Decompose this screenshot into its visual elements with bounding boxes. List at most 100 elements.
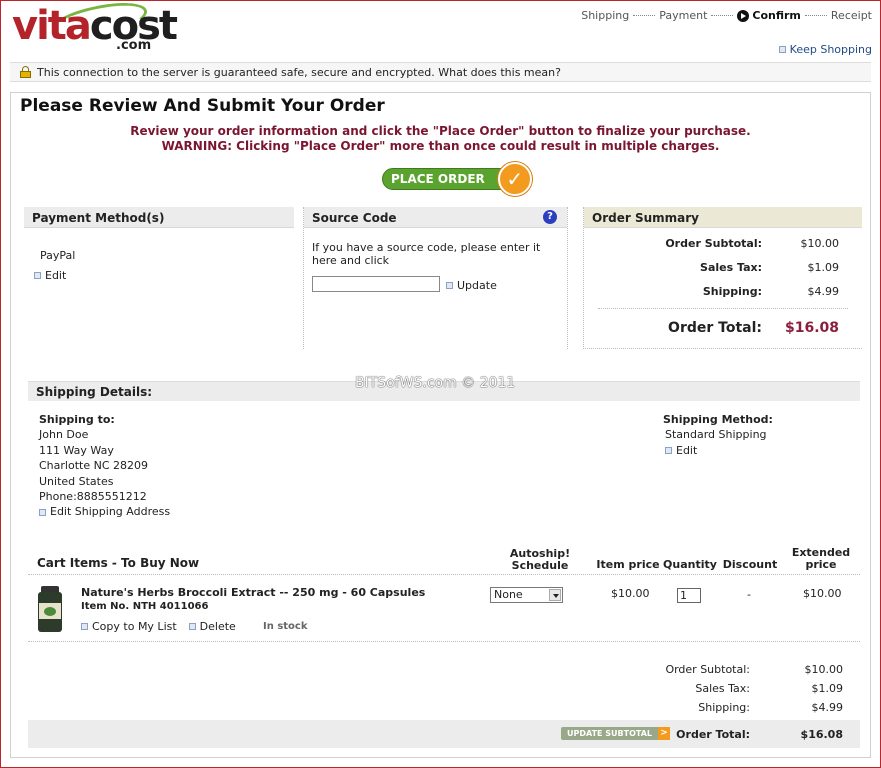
cart-subtotal-value: $10.00: [804, 663, 844, 676]
address-country: United States: [39, 474, 114, 488]
multiple-charges-warning: WARNING: Clicking "Place Order" more tha…: [161, 139, 720, 153]
product-image[interactable]: [37, 586, 63, 632]
source-code-input[interactable]: [312, 276, 440, 292]
cart-item-divider: [28, 641, 860, 642]
shipping-address: Shipping to: John Doe 111 Way Way Charlo…: [39, 412, 170, 520]
bullet-icon: [778, 46, 786, 53]
cart-tax-label: Sales Tax:: [695, 682, 750, 695]
address-phone: Phone:8885551212: [39, 490, 147, 504]
shipping-to-label: Shipping to:: [39, 413, 115, 426]
col-discount: Discount: [722, 558, 778, 571]
edit-method-label: Edit: [676, 443, 698, 457]
checkout-steps: Shipping Payment Confirm Receipt: [581, 9, 872, 22]
cart-shipping-value: $4.99: [811, 701, 844, 714]
summary-divider: [598, 308, 848, 309]
review-instructions: Review your order information and click …: [130, 124, 751, 138]
item-price: $10.00: [611, 587, 650, 600]
edit-payment-link[interactable]: Edit: [34, 269, 66, 282]
update-subtotal-button[interactable]: UPDATE SUBTOTAL >: [561, 727, 671, 740]
summary-tax-label: Sales Tax:: [700, 261, 762, 274]
update-source-code-link[interactable]: Update: [446, 279, 497, 292]
cart-total-value: $16.08: [800, 728, 843, 741]
autoship-value: None: [494, 588, 523, 601]
source-code-title: Source Code: [312, 211, 397, 225]
bullet-icon: [665, 447, 672, 455]
item-discount: -: [747, 588, 751, 601]
summary-tax-value: $1.09: [807, 261, 840, 274]
checkmark-icon: ✓: [497, 162, 532, 196]
step-divider: [804, 15, 827, 16]
chevron-down-icon: [549, 589, 561, 601]
summary-total-label: Order Total:: [668, 320, 762, 336]
cart-items-title: Cart Items - To Buy Now: [37, 556, 200, 570]
shipping-method-label: Shipping Method:: [663, 413, 773, 426]
shipping-method: Shipping Method: Standard Shipping Edit: [663, 412, 773, 458]
item-extended-price: $10.00: [803, 587, 842, 600]
payment-method-title: Payment Method(s): [24, 207, 294, 228]
summary-subtotal-label: Order Subtotal:: [665, 237, 762, 250]
logo-dotcom: .com: [116, 38, 152, 53]
place-order-button[interactable]: PLACE ORDER ✓: [382, 162, 532, 196]
step-shipping: Shipping: [581, 9, 630, 22]
step-payment: Payment: [659, 9, 708, 22]
cart-tax-value: $1.09: [811, 682, 844, 695]
edit-shipping-method-link[interactable]: Edit: [663, 443, 773, 458]
security-bar: This connection to the server is guarant…: [10, 62, 871, 82]
edit-shipping-address-link[interactable]: Edit Shipping Address: [39, 504, 170, 519]
update-subtotal-label: UPDATE SUBTOTAL: [561, 727, 659, 740]
stock-status: In stock: [263, 621, 308, 632]
col-quantity: Quantity: [663, 558, 717, 571]
source-code-header: Source Code?: [304, 207, 567, 228]
bullet-icon: [39, 508, 46, 516]
cart-subtotal-label: Order Subtotal:: [665, 663, 750, 676]
source-code-description: If you have a source code, please enter …: [312, 241, 541, 267]
keep-shopping-label: Keep Shopping: [789, 43, 872, 56]
logo-wordmark: vitacost: [12, 3, 178, 49]
product-item-number: Item No. NTH 4011066: [81, 601, 209, 612]
page-title: Please Review And Submit Your Order: [20, 96, 391, 116]
cart-shipping-label: Shipping:: [698, 701, 750, 714]
delete-label: Delete: [199, 620, 236, 633]
autoship-select[interactable]: None: [490, 587, 563, 603]
col-extended-line2: price: [805, 558, 837, 571]
payment-method-value: PayPal: [40, 249, 76, 262]
shipping-method-value: Standard Shipping: [665, 428, 767, 442]
keep-shopping-link[interactable]: Keep Shopping: [778, 43, 872, 56]
summary-subtotal-value: $10.00: [800, 237, 840, 250]
address-city: Charlotte NC 28209: [39, 459, 148, 473]
quantity-input[interactable]: 1: [677, 588, 701, 603]
update-label: Update: [457, 279, 497, 292]
bullet-icon: [81, 623, 88, 630]
lock-icon: [20, 66, 31, 78]
recipient-name: John Doe: [39, 428, 89, 442]
copy-to-list-label: Copy to My List: [92, 620, 177, 633]
step-receipt: Receipt: [830, 9, 872, 22]
product-name[interactable]: Nature's Herbs Broccoli Extract -- 250 m…: [81, 586, 425, 599]
edit-address-label: Edit Shipping Address: [50, 505, 171, 519]
address-street: 111 Way Way: [39, 443, 114, 457]
col-autoship: Autoship! Schedule: [506, 548, 574, 572]
summary-total-value: $16.08: [784, 320, 839, 336]
cart-total-label: Order Total:: [676, 728, 750, 741]
watermark: BITSofWS.com © 2011: [355, 375, 516, 391]
step-confirm-label: Confirm: [752, 9, 801, 22]
arrow-right-icon: >: [658, 727, 671, 740]
product-actions: Copy to My List Delete: [81, 620, 236, 633]
copy-to-list-link[interactable]: Copy to My List: [81, 620, 177, 633]
col-autoship-line2: Schedule: [511, 559, 569, 572]
vitacost-logo[interactable]: vitacost .com: [12, 0, 178, 56]
summary-shipping-label: Shipping:: [702, 285, 762, 298]
order-summary-title: Order Summary: [584, 207, 862, 228]
security-text[interactable]: This connection to the server is guarant…: [37, 66, 561, 79]
cart-header-divider: [28, 574, 860, 575]
help-icon[interactable]: ?: [543, 210, 557, 224]
order-summary-panel: Order Summary Order Subtotal: $10.00 Sal…: [583, 207, 862, 349]
step-confirm: Confirm: [737, 9, 801, 22]
bullet-icon: [188, 623, 196, 630]
edit-payment-label: Edit: [45, 269, 67, 282]
col-item-price: Item price: [596, 558, 660, 571]
bullet-icon: [34, 272, 41, 279]
delete-item-link[interactable]: Delete: [188, 620, 236, 633]
source-code-panel: Source Code? If you have a source code, …: [303, 207, 568, 349]
payment-method-panel: Payment Method(s) PayPal Edit: [24, 207, 294, 349]
